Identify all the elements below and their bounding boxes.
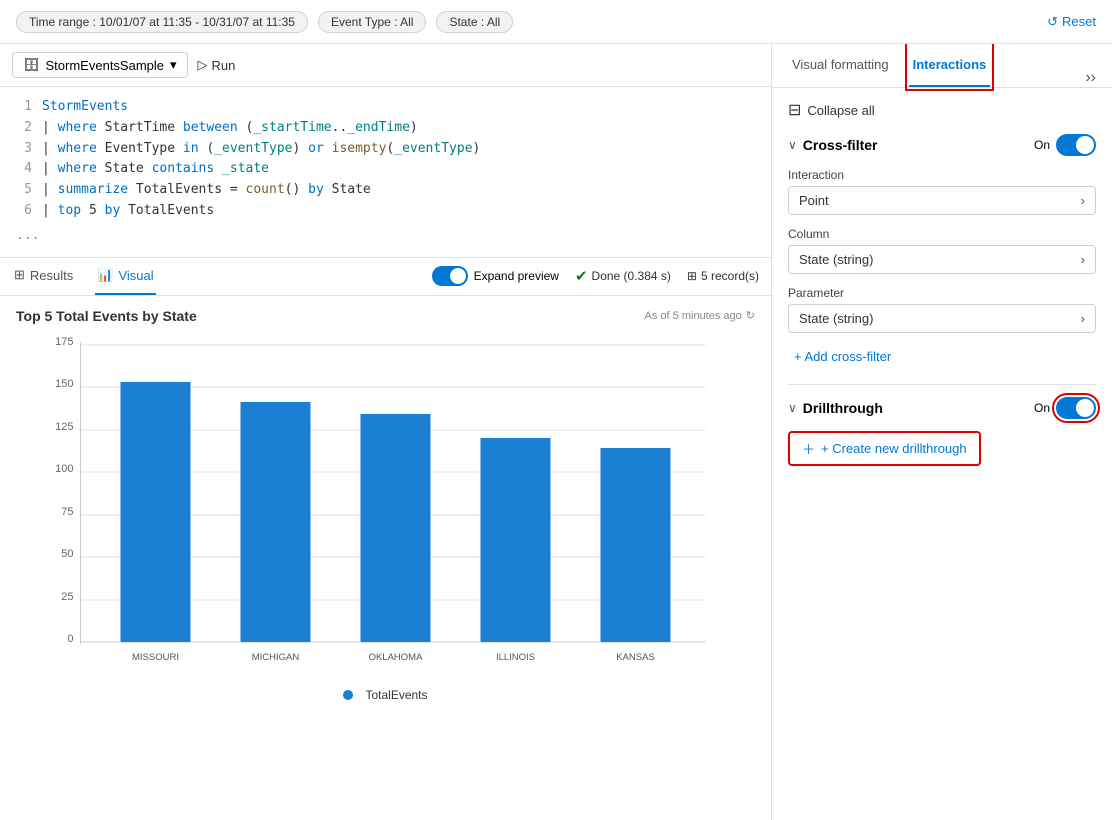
toggle-knob [1076, 399, 1094, 417]
code-line-3: 3 | where EventType in (_eventType) or i… [16, 139, 755, 160]
drillthrough-chevron[interactable]: ∨ [788, 401, 797, 415]
svg-text:MISSOURI: MISSOURI [132, 652, 179, 663]
tab-visual-formatting[interactable]: Visual formatting [788, 44, 893, 87]
svg-text:75: 75 [61, 506, 73, 518]
svg-text:0: 0 [67, 633, 73, 645]
interaction-select[interactable]: Point › [788, 186, 1096, 215]
plus-icon: ＋ [802, 439, 815, 458]
bar-chart-svg: 0 25 50 75 100 125 150 175 [16, 332, 755, 702]
crossfilter-header: ∨ Cross-filter On [788, 134, 1096, 156]
crossfilter-toggle[interactable] [1056, 134, 1096, 156]
tab-interactions[interactable]: Interactions [909, 44, 991, 87]
add-crossfilter-button[interactable]: + Add cross-filter [788, 345, 891, 368]
run-button[interactable]: ▷ Run [198, 57, 236, 73]
chart-title: Top 5 Total Events by State [16, 308, 197, 324]
reset-button[interactable]: ↺ Reset [1047, 14, 1096, 30]
chart-title-row: Top 5 Total Events by State As of 5 minu… [16, 308, 755, 324]
tab-results[interactable]: ⊞ Results [12, 257, 75, 295]
chevron-right-icon: ›› [1085, 69, 1096, 87]
tab-visual[interactable]: 📊 Visual [95, 257, 155, 295]
svg-text:125: 125 [55, 421, 73, 433]
interaction-field: Interaction Point › [788, 168, 1096, 215]
code-line-5: 5 | summarize TotalEvents = count() by S… [16, 180, 755, 201]
drillthrough-section: ∨ Drillthrough On ＋ + Create new drillth… [788, 397, 1096, 466]
svg-text:175: 175 [55, 336, 73, 348]
svg-text:50: 50 [61, 548, 73, 560]
chart-legend: TotalEvents [16, 688, 755, 702]
crossfilter-toggle-row: On [1034, 134, 1096, 156]
column-field: Column State (string) › [788, 227, 1096, 274]
database-icon: 🗄 [23, 57, 40, 73]
expand-panel-btn[interactable]: ›› [1085, 69, 1096, 87]
expand-toggle-switch[interactable] [432, 266, 468, 286]
crossfilter-chevron[interactable]: ∨ [788, 138, 797, 152]
query-bar: 🗄 StormEventsSample ▾ ▷ Run [0, 44, 771, 87]
svg-text:25: 25 [61, 591, 73, 603]
toggle-knob [1076, 136, 1094, 154]
records-icon: ⊞ [687, 269, 697, 283]
reset-icon: ↺ [1047, 14, 1058, 30]
right-tabs: Visual formatting Interactions ›› [772, 44, 1112, 88]
code-editor[interactable]: 1 StormEvents 2 | where StartTime betwee… [0, 87, 771, 258]
code-line-6: 6 | top 5 by TotalEvents [16, 201, 755, 222]
chart-area: Top 5 Total Events by State As of 5 minu… [0, 296, 771, 820]
parameter-select[interactable]: State (string) › [788, 304, 1096, 333]
db-chevron-icon: ▾ [170, 57, 177, 73]
svg-text:MICHIGAN: MICHIGAN [252, 652, 300, 663]
bar-missouri[interactable] [121, 382, 191, 642]
event-type-badge: Event Type : All [318, 11, 427, 33]
svg-text:OKLAHOMA: OKLAHOMA [369, 652, 424, 663]
time-range-badge: Time range : 10/01/07 at 11:35 - 10/31/0… [16, 11, 308, 33]
right-content: ⊟ Collapse all ∨ Cross-filter On [772, 88, 1112, 820]
column-select[interactable]: State (string) › [788, 245, 1096, 274]
column-chevron-icon: › [1081, 252, 1085, 267]
section-divider [788, 384, 1096, 385]
table-icon: ⊞ [14, 267, 25, 283]
top-bar: Time range : 10/01/07 at 11:35 - 10/31/0… [0, 0, 1112, 44]
crossfilter-section: ∨ Cross-filter On Interaction Point › [788, 134, 1096, 368]
state-badge: State : All [436, 11, 513, 33]
right-panel: Visual formatting Interactions ›› ⊟ Coll… [772, 44, 1112, 820]
legend-dot [343, 690, 353, 700]
svg-text:100: 100 [55, 463, 73, 475]
records-badge: ⊞ 5 record(s) [687, 269, 759, 283]
parameter-field: Parameter State (string) › [788, 286, 1096, 333]
expand-preview-toggle[interactable]: Expand preview [432, 266, 559, 286]
bar-illinois[interactable] [481, 438, 551, 642]
refresh-icon[interactable]: ↻ [746, 309, 755, 322]
database-select[interactable]: 🗄 StormEventsSample ▾ [12, 52, 188, 78]
code-line-2: 2 | where StartTime between (_startTime.… [16, 118, 755, 139]
drillthrough-toggle[interactable] [1056, 397, 1096, 419]
done-badge: ✔ Done (0.384 s) [575, 267, 671, 285]
svg-text:KANSAS: KANSAS [616, 652, 655, 663]
chart-meta: As of 5 minutes ago ↻ [645, 309, 755, 322]
tab-right-area: Expand preview ✔ Done (0.384 s) ⊞ 5 reco… [432, 266, 759, 286]
collapse-icon: ⊟ [788, 100, 801, 120]
code-line-1: 1 StormEvents [16, 97, 755, 118]
svg-text:ILLINOIS: ILLINOIS [496, 652, 535, 663]
code-ellipsis: ... [16, 222, 755, 247]
tabs-bar: ⊞ Results 📊 Visual Expand preview ✔ Done… [0, 258, 771, 296]
bar-kansas[interactable] [601, 448, 671, 642]
collapse-all-btn[interactable]: ⊟ Collapse all [788, 100, 1096, 120]
bar-oklahoma[interactable] [361, 414, 431, 642]
chart-icon: 📊 [97, 267, 113, 283]
drillthrough-header: ∨ Drillthrough On [788, 397, 1096, 419]
parameter-chevron-icon: › [1081, 311, 1085, 326]
toggle-knob [450, 268, 466, 284]
create-drillthrough-button[interactable]: ＋ + Create new drillthrough [788, 431, 981, 466]
drillthrough-toggle-row: On [1034, 397, 1096, 419]
svg-text:150: 150 [55, 378, 73, 390]
check-icon: ✔ [575, 267, 588, 285]
interaction-chevron-icon: › [1081, 193, 1085, 208]
left-panel: 🗄 StormEventsSample ▾ ▷ Run 1 StormEvent… [0, 44, 772, 820]
main-area: 🗄 StormEventsSample ▾ ▷ Run 1 StormEvent… [0, 44, 1112, 820]
play-icon: ▷ [198, 57, 208, 73]
bar-michigan[interactable] [241, 402, 311, 642]
code-line-4: 4 | where State contains _state [16, 159, 755, 180]
